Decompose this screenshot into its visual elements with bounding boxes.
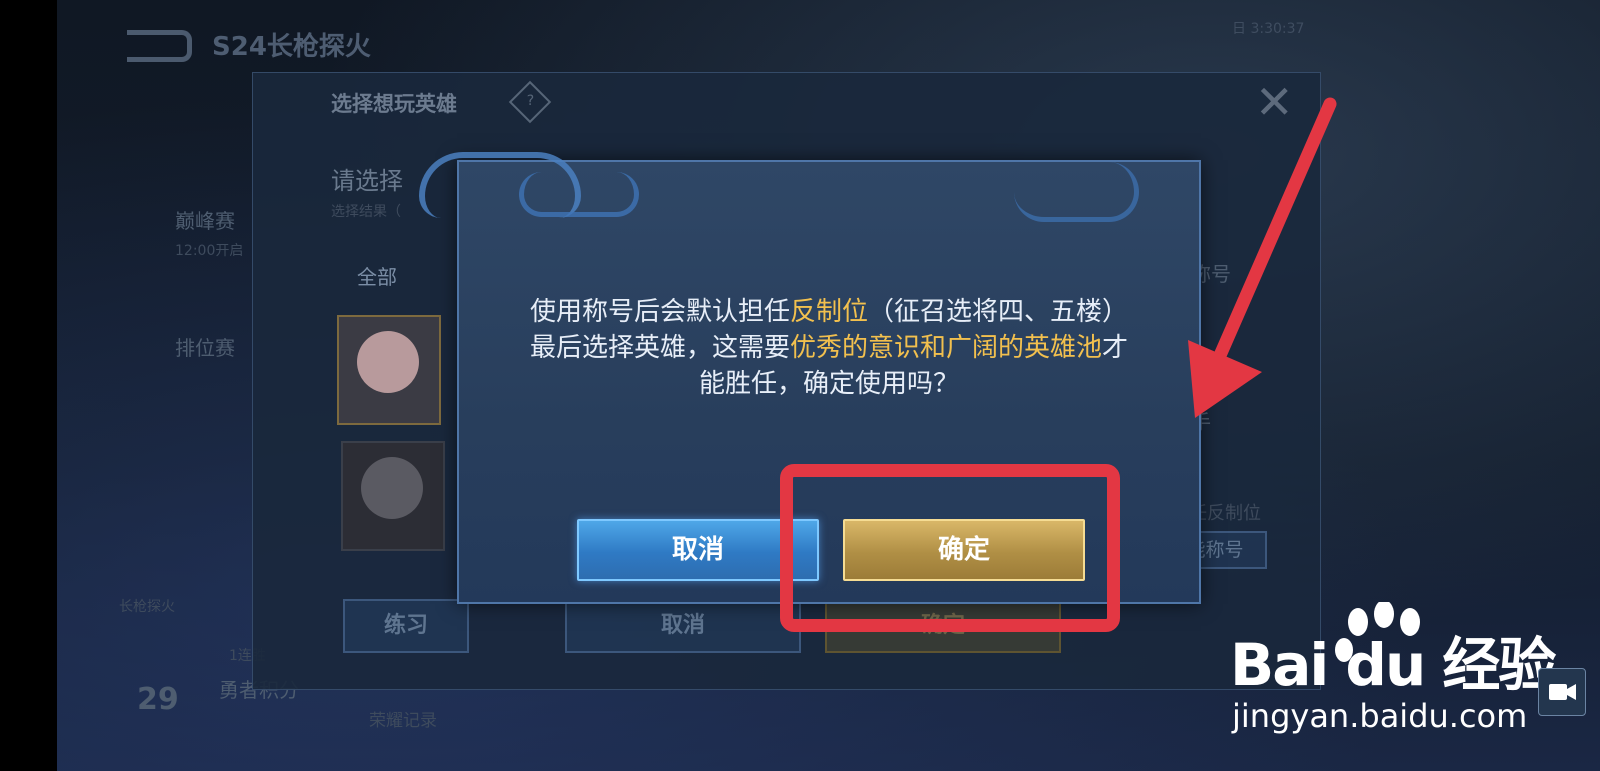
video-camera-icon[interactable]: [1538, 668, 1586, 716]
watermark-logo: Bai du 经验: [1230, 631, 1556, 699]
watermark-url: jingyan.baidu.com: [1232, 697, 1528, 735]
